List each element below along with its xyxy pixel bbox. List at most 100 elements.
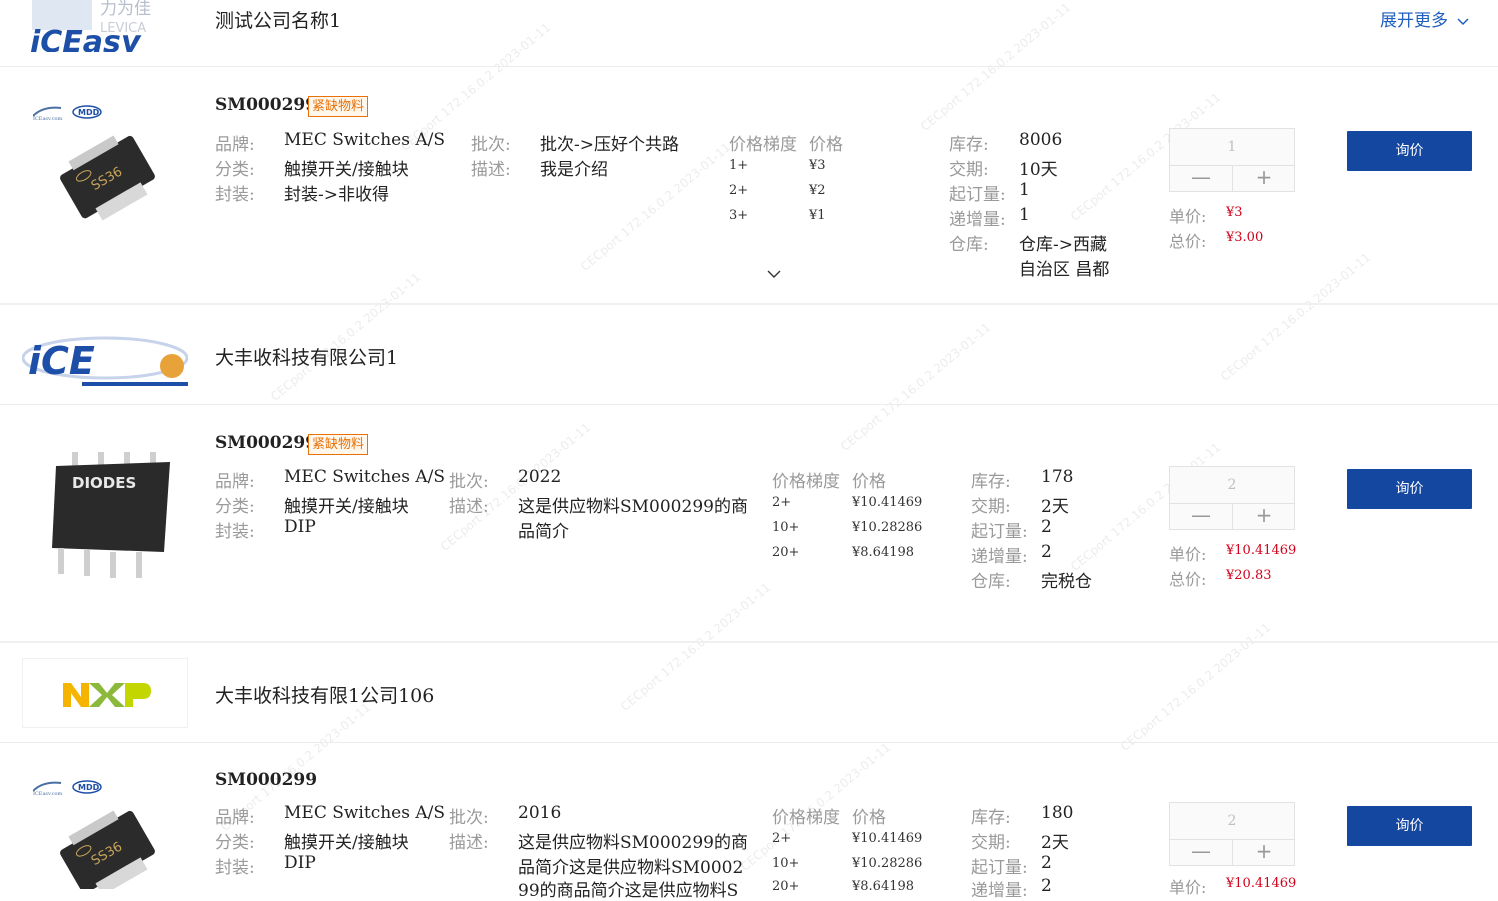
decrement-button[interactable]: — xyxy=(1170,503,1232,529)
step-value: 2 xyxy=(1041,876,1052,896)
warehouse-value: 自治区 昌都 xyxy=(1019,260,1110,280)
company-name[interactable]: 大丰收科技有限1公司106 xyxy=(215,681,434,708)
divider xyxy=(0,66,1498,67)
unit-price-value: ¥3 xyxy=(1226,205,1243,220)
quantity-stepper[interactable]: 2 — + xyxy=(1169,802,1295,866)
quantity-input[interactable]: 2 xyxy=(1170,467,1294,503)
batch-label: 批次: xyxy=(471,135,511,155)
watermark: CECport 172.16.0.2 2023-01-11 xyxy=(917,0,1074,134)
tier-price: ¥10.41469 xyxy=(852,831,923,846)
stock-value: 180 xyxy=(1041,803,1074,823)
package-label: 封装: xyxy=(215,185,255,205)
tier-price: ¥10.41469 xyxy=(852,495,923,510)
warehouse-label: 仓库: xyxy=(971,572,1011,592)
svg-text:MDD: MDD xyxy=(78,783,100,792)
inquire-button[interactable]: 询价 xyxy=(1347,806,1472,846)
price-header: 价格 xyxy=(809,135,843,155)
moq-label: 起订量: xyxy=(971,858,1028,878)
tier-qty: 2+ xyxy=(772,831,792,846)
moq-label: 起订量: xyxy=(971,522,1028,542)
chevron-down-icon[interactable] xyxy=(767,270,781,279)
step-label: 递增量: xyxy=(949,210,1006,230)
tier-price: ¥8.64198 xyxy=(852,879,915,894)
category-value: 触摸开关/接触块 xyxy=(284,160,409,180)
package-label: 封装: xyxy=(215,522,255,542)
watermark: CECport 172.16.0.2 2023-01-11 xyxy=(1217,250,1374,384)
product-sku[interactable]: SM000299 xyxy=(215,95,317,115)
product-sku[interactable]: SM000299 xyxy=(215,770,317,790)
product-image[interactable]: DIODES xyxy=(46,448,176,588)
company-name[interactable]: 测试公司名称1 xyxy=(215,6,341,33)
svg-text:ICEasy.com: ICEasy.com xyxy=(33,116,63,120)
increment-button[interactable]: + xyxy=(1233,503,1295,529)
moq-value: 1 xyxy=(1019,180,1030,200)
desc-value: 我是介绍 xyxy=(540,160,608,180)
divider xyxy=(0,404,1498,405)
watermark: CECport 172.16.0.2 2023-01-11 xyxy=(617,580,774,714)
tier-price: ¥2 xyxy=(809,183,826,198)
decrement-button[interactable]: — xyxy=(1170,165,1232,191)
tier-qty: 20+ xyxy=(772,545,800,560)
unit-price-value: ¥10.41469 xyxy=(1226,543,1297,558)
quantity-input[interactable]: 1 xyxy=(1170,129,1294,165)
inquire-button[interactable]: 询价 xyxy=(1347,469,1472,509)
company-name[interactable]: 大丰收科技有限公司1 xyxy=(215,343,398,370)
brand-label: 品牌: xyxy=(215,808,255,828)
increment-button[interactable]: + xyxy=(1233,839,1295,865)
desc-label: 描述: xyxy=(449,497,489,517)
category-value: 触摸开关/接触块 xyxy=(284,833,409,853)
package-value: DIP xyxy=(284,517,316,537)
brand-logo-small: ICEasy.com MDD xyxy=(33,104,103,120)
total-price-label: 总价: xyxy=(1169,570,1207,589)
step-value: 1 xyxy=(1019,205,1030,225)
tier-qty: 10+ xyxy=(772,856,800,871)
lead-label: 交期: xyxy=(971,833,1011,853)
svg-text:iCEasy: iCEasy xyxy=(30,25,142,52)
step-label: 递增量: xyxy=(971,547,1028,567)
stock-label: 库存: xyxy=(971,472,1011,492)
desc-label: 描述: xyxy=(471,160,511,180)
category-label: 分类: xyxy=(215,497,255,517)
unit-price-label: 单价: xyxy=(1169,878,1207,897)
batch-value: 批次->压好个共路 xyxy=(540,135,679,155)
price-header: 价格 xyxy=(852,808,886,828)
price-header: 价格 xyxy=(852,472,886,492)
desc-value: 品简介这是供应物料SM0002 xyxy=(518,858,744,878)
expand-more-button[interactable]: 展开更多 xyxy=(1380,6,1469,31)
watermark: CECport 172.16.0.2 2023-01-11 xyxy=(837,320,994,454)
stock-label: 库存: xyxy=(949,135,989,155)
desc-value: 这是供应物料SM000299的商 xyxy=(518,497,748,517)
product-image[interactable]: SS36 xyxy=(52,128,164,228)
quantity-stepper[interactable]: 2 — + xyxy=(1169,466,1295,530)
tier-price: ¥8.64198 xyxy=(852,545,915,560)
tier-header: 价格梯度 xyxy=(772,472,840,492)
category-label: 分类: xyxy=(215,833,255,853)
svg-text:DIODES: DIODES xyxy=(72,474,136,492)
product-image[interactable]: SS36 xyxy=(52,803,164,889)
divider xyxy=(0,742,1498,743)
decrement-button[interactable]: — xyxy=(1170,839,1232,865)
package-value: 封装->非收得 xyxy=(284,185,389,205)
svg-text:ICEasy.com: ICEasy.com xyxy=(33,791,63,795)
watermark: CECport 172.16.0.2 2023-01-11 xyxy=(267,270,424,404)
supplier-logo: 力为佳 LEVICA iCEasy xyxy=(22,0,188,52)
desc-label: 描述: xyxy=(449,833,489,853)
brand-value: MEC Switches A/S xyxy=(284,467,446,487)
moq-label: 起订量: xyxy=(949,185,1006,205)
brand-logo-small: ICEasy.com MDD xyxy=(33,779,103,795)
chevron-down-icon xyxy=(1457,17,1469,26)
tier-price: ¥10.28286 xyxy=(852,856,923,871)
tier-qty: 2+ xyxy=(772,495,792,510)
unit-price-label: 单价: xyxy=(1169,545,1207,564)
total-price-value: ¥3.00 xyxy=(1226,230,1264,245)
tier-qty: 1+ xyxy=(729,158,749,173)
warehouse-label: 仓库: xyxy=(949,235,989,255)
tier-qty: 20+ xyxy=(772,879,800,894)
inquire-button[interactable]: 询价 xyxy=(1347,131,1472,171)
shortage-badge: 紧缺物料 xyxy=(308,96,369,117)
product-sku[interactable]: SM000299 xyxy=(215,433,317,453)
expand-label: 展开更多 xyxy=(1380,11,1448,31)
quantity-input[interactable]: 2 xyxy=(1170,803,1294,839)
quantity-stepper[interactable]: 1 — + xyxy=(1169,128,1295,192)
increment-button[interactable]: + xyxy=(1233,165,1295,191)
